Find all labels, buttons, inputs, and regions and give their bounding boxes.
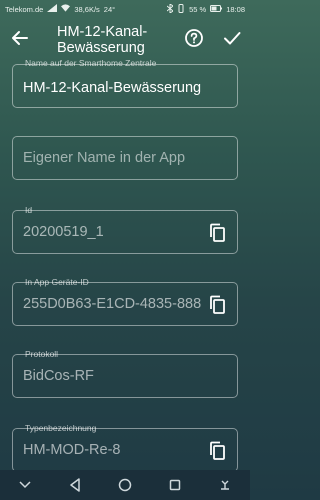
battery-percent: 55 % xyxy=(189,4,207,14)
wifi-icon xyxy=(61,4,71,14)
notification-pull-icon[interactable] xyxy=(217,477,233,493)
copy-icon[interactable] xyxy=(209,295,227,315)
copy-icon[interactable] xyxy=(209,441,227,461)
arrow-left-icon[interactable] xyxy=(10,28,30,48)
carrier-label: Telekom.de xyxy=(5,4,44,14)
help-circle-icon[interactable] xyxy=(184,28,204,48)
id-field: Id 20200519_1 xyxy=(12,205,238,254)
signal-icon xyxy=(47,4,58,14)
recents-square-icon[interactable] xyxy=(167,477,183,493)
protocol-label: Protokoll xyxy=(25,349,59,359)
network-speed: 38,6K/s xyxy=(74,4,100,14)
ccu-name-label: Name auf der Smarthome Zentrale xyxy=(25,60,157,68)
home-circle-icon[interactable] xyxy=(117,477,133,493)
id-value: 20200519_1 xyxy=(23,224,104,240)
type-designation-label: Typenbezeichnung xyxy=(25,423,97,433)
type-designation-field: Typenbezeichnung HM-MOD-Re-8 xyxy=(12,423,238,470)
app-name-input[interactable]: Eigener Name in der App xyxy=(12,136,238,180)
page-title: HM-12-Kanal-Bewässerung xyxy=(57,24,148,56)
type-designation-value: HM-MOD-Re-8 xyxy=(23,442,121,458)
protocol-field: Protokoll BidCos-RF xyxy=(12,349,238,398)
battery-icon xyxy=(210,4,223,14)
app-device-id-field: In App Geräte-ID 255D0B63-E1CD-4835-8887 xyxy=(12,277,238,326)
system-nav-bar xyxy=(0,470,250,500)
id-label: Id xyxy=(25,205,33,215)
check-icon[interactable] xyxy=(222,28,242,48)
app-bar: HM-12-Kanal-Bewässerung xyxy=(0,18,250,60)
bluetooth-icon xyxy=(166,2,174,15)
vibrate-icon xyxy=(177,3,185,15)
app-device-id-value: 255D0B63-E1CD-4835-8887 xyxy=(23,296,201,312)
ccu-name-field[interactable]: Name auf der Smarthome Zentrale HM-12-Ka… xyxy=(12,60,238,108)
temperature: 24° xyxy=(103,4,116,14)
ccu-name-value: HM-12-Kanal-Bewässerung xyxy=(23,80,202,96)
clock: 18:08 xyxy=(226,4,245,14)
protocol-value: BidCos-RF xyxy=(23,368,94,384)
chevron-down-icon[interactable] xyxy=(17,477,33,493)
device-details: Name auf der Smarthome Zentrale HM-12-Ka… xyxy=(0,60,250,470)
copy-icon[interactable] xyxy=(209,223,227,243)
status-bar: Telekom.de 38,6K/s 24° 55 % 18:08 xyxy=(0,0,250,18)
app-name-placeholder: Eigener Name in der App xyxy=(23,150,186,166)
back-triangle-icon[interactable] xyxy=(67,477,83,493)
app-device-id-label: In App Geräte-ID xyxy=(25,277,89,287)
